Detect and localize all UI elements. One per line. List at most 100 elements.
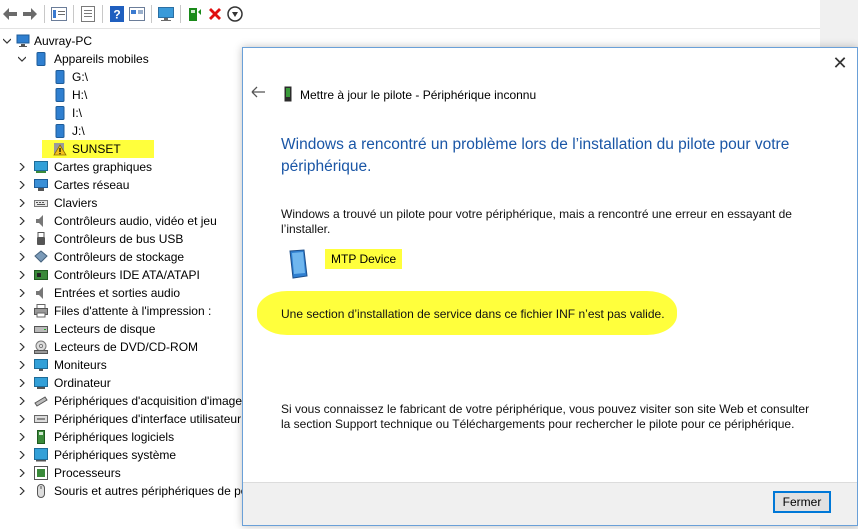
chevron-right-icon[interactable]: [16, 176, 28, 194]
tree-item-label: H:\: [72, 88, 88, 102]
ide-controller-icon: [34, 268, 48, 282]
chevron-right-icon[interactable]: [16, 410, 28, 428]
chevron-right-icon[interactable]: [16, 464, 28, 482]
update-driver-icon[interactable]: [185, 4, 205, 24]
display-adapter-icon: [34, 160, 48, 174]
tree-item-category[interactable]: Périphériques système: [0, 446, 245, 464]
toolbar-separator: [73, 5, 74, 23]
storage-controller-icon: [34, 250, 48, 264]
tree-item-category[interactable]: Périphériques d'interface utilisateur: [0, 410, 245, 428]
tree-item-sunset[interactable]: SUNSET: [0, 140, 245, 158]
monitor-icon: [34, 358, 48, 372]
chevron-right-icon[interactable]: [16, 374, 28, 392]
tree-item-category[interactable]: Entrées et sorties audio: [0, 284, 245, 302]
list-icon[interactable]: [78, 4, 98, 24]
tree-item-category[interactable]: Files d'attente à l'impression :: [0, 302, 245, 320]
tree-item-category[interactable]: Lecteurs de DVD/CD-ROM: [0, 338, 245, 356]
tree-item-drive[interactable]: J:\: [0, 122, 245, 140]
tree-item-category[interactable]: Processeurs: [0, 464, 245, 482]
tree-item-label: Contrôleurs de stockage: [54, 250, 185, 264]
device-name: MTP Device: [325, 249, 403, 269]
tree-root[interactable]: Auvray-PC: [0, 32, 245, 50]
error-headline: Windows a rencontré un problème lors de …: [281, 136, 790, 175]
tree-item-category[interactable]: Contrôleurs IDE ATA/ATAPI: [0, 266, 245, 284]
chevron-right-icon[interactable]: [16, 338, 28, 356]
processor-icon: [34, 466, 48, 480]
tree-item-label: Processeurs: [54, 466, 121, 480]
chevron-down-icon[interactable]: [16, 50, 28, 68]
close-icon[interactable]: ✕: [831, 54, 849, 72]
tree-item-category[interactable]: Souris et autres périphériques de po: [0, 482, 248, 500]
chevron-right-icon[interactable]: [16, 158, 28, 176]
chevron-right-icon[interactable]: [16, 284, 28, 302]
tree-item-appareils-mobiles[interactable]: Appareils mobiles: [0, 50, 245, 68]
tree-item-category[interactable]: Lecteurs de disque: [0, 320, 245, 338]
properties-icon[interactable]: [49, 4, 69, 24]
printer-queue-icon: [34, 304, 48, 318]
tree-item-drive[interactable]: H:\: [0, 86, 245, 104]
tree-item-category[interactable]: Contrôleurs audio, vidéo et jeu: [0, 212, 245, 230]
tree-item-drive[interactable]: G:\: [0, 68, 245, 86]
chevron-right-icon[interactable]: [16, 356, 28, 374]
tree-item-label: Souris et autres périphériques de po: [54, 484, 248, 498]
mobile-device-icon: [53, 88, 67, 102]
help-text: Si vous connaissez le fabricant de votre…: [281, 402, 810, 431]
monitor-icon[interactable]: [156, 4, 176, 24]
chevron-right-icon[interactable]: [16, 392, 28, 410]
tree-item-label: Ordinateur: [54, 376, 111, 390]
computer-icon: [34, 376, 48, 390]
chevron-right-icon[interactable]: [16, 230, 28, 248]
chevron-right-icon[interactable]: [16, 446, 28, 464]
back-arrow-icon[interactable]: [0, 4, 20, 24]
help-icon[interactable]: ?: [107, 4, 127, 24]
uninstall-icon[interactable]: [205, 4, 225, 24]
tree-item-category[interactable]: Ordinateur: [0, 374, 245, 392]
tree-item-label: Moniteurs: [54, 358, 107, 372]
chevron-right-icon[interactable]: [16, 266, 28, 284]
tree-item-category[interactable]: Claviers: [0, 194, 245, 212]
tree-item-label: I:\: [72, 106, 83, 120]
disable-icon[interactable]: [225, 4, 245, 24]
tree-item-label: Périphériques d'interface utilisateur: [54, 412, 242, 426]
chevron-right-icon[interactable]: [16, 320, 28, 338]
chevron-down-icon[interactable]: [1, 32, 13, 50]
tree-item-label: Lecteurs de disque: [54, 322, 156, 336]
chevron-right-icon[interactable]: [16, 302, 28, 320]
tree-item-category[interactable]: Cartes graphiques: [0, 158, 245, 176]
tree-item-label: Contrôleurs de bus USB: [54, 232, 184, 246]
view-icon[interactable]: [127, 4, 147, 24]
dialog-footer: Fermer: [243, 482, 857, 525]
tree-item-label: Contrôleurs IDE ATA/ATAPI: [54, 268, 200, 282]
chevron-right-icon[interactable]: [16, 248, 28, 266]
tree-item-category[interactable]: Cartes réseau: [0, 176, 245, 194]
mobile-device-icon: [53, 70, 67, 84]
disk-drive-icon: [34, 322, 48, 336]
tree-item-label: Périphériques logiciels: [54, 430, 175, 444]
device-icon: [284, 86, 292, 102]
tree-item-drive[interactable]: I:\: [0, 104, 245, 122]
close-button[interactable]: Fermer: [773, 491, 831, 513]
tree-item-category[interactable]: Contrôleurs de stockage: [0, 248, 245, 266]
back-arrow-icon[interactable]: [251, 86, 267, 102]
tree-item-category[interactable]: Moniteurs: [0, 356, 245, 374]
tree-item-label: Cartes graphiques: [54, 160, 153, 174]
chevron-right-icon[interactable]: [16, 482, 28, 500]
toolbar-separator: [151, 5, 152, 23]
usb-icon: [34, 232, 48, 246]
toolbar: ?: [0, 0, 820, 29]
keyboard-icon: [34, 196, 48, 210]
mobile-device-icon: [53, 106, 67, 120]
system-device-icon: [34, 448, 48, 462]
tree-item-category[interactable]: Périphériques logiciels: [0, 428, 245, 446]
tree-item-category[interactable]: Périphériques d'acquisition d'images: [0, 392, 248, 410]
tree-item-label: Auvray-PC: [34, 34, 93, 48]
tree-item-category[interactable]: Contrôleurs de bus USB: [0, 230, 245, 248]
forward-arrow-icon[interactable]: [20, 4, 40, 24]
found-driver-text: Windows a trouvé un pilote pour votre pé…: [281, 207, 792, 236]
tree-item-label: Contrôleurs audio, vidéo et jeu: [54, 214, 217, 228]
tree-item-label: SUNSET: [72, 142, 121, 156]
chevron-right-icon[interactable]: [16, 428, 28, 446]
chevron-right-icon[interactable]: [16, 212, 28, 230]
tree-item-label: Entrées et sorties audio: [54, 286, 181, 300]
chevron-right-icon[interactable]: [16, 194, 28, 212]
